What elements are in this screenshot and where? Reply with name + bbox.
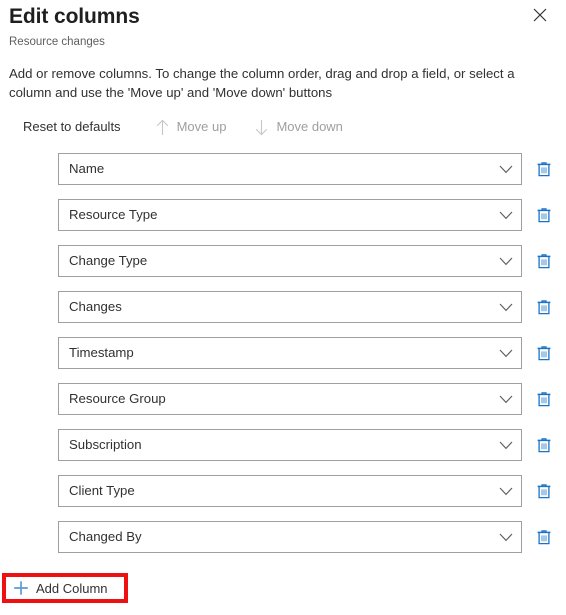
- column-dropdown[interactable]: Resource Type: [58, 199, 522, 231]
- trash-icon: [536, 253, 552, 270]
- trash-icon: [536, 483, 552, 500]
- column-dropdown[interactable]: Subscription: [58, 429, 522, 461]
- column-row: Changed By: [58, 521, 566, 553]
- move-down-label: Move down: [276, 119, 343, 134]
- chevron-down-icon: [491, 211, 521, 220]
- close-button[interactable]: [527, 2, 553, 28]
- arrow-up-icon: [155, 119, 170, 136]
- delete-column-button[interactable]: [532, 433, 556, 457]
- column-dropdown-label: Client Type: [69, 483, 135, 498]
- plus-icon: [13, 580, 29, 596]
- chevron-down-icon: [491, 533, 521, 542]
- trash-icon: [536, 437, 552, 454]
- column-row: Resource Group: [58, 383, 566, 415]
- chevron-down-icon: [491, 303, 521, 312]
- column-dropdown[interactable]: Timestamp: [58, 337, 522, 369]
- move-down-button[interactable]: Move down: [245, 116, 351, 138]
- panel-header: Edit columns Resource changes: [0, 0, 566, 50]
- add-column-label: Add Column: [36, 580, 108, 596]
- column-dropdown-label: Change Type: [69, 253, 148, 268]
- reset-to-defaults-label: Reset to defaults: [23, 119, 121, 134]
- trash-icon: [536, 345, 552, 362]
- chevron-down-icon: [491, 487, 521, 496]
- column-dropdown-label: Resource Type: [69, 207, 158, 222]
- move-up-button[interactable]: Move up: [146, 116, 236, 138]
- column-dropdown-label: Resource Group: [69, 391, 166, 406]
- column-dropdown[interactable]: Name: [58, 153, 522, 185]
- chevron-down-icon: [491, 395, 521, 404]
- column-dropdown[interactable]: Change Type: [58, 245, 522, 277]
- trash-icon: [536, 299, 552, 316]
- trash-icon: [536, 161, 552, 178]
- column-dropdown[interactable]: Resource Group: [58, 383, 522, 415]
- column-dropdown[interactable]: Client Type: [58, 475, 522, 507]
- close-icon: [533, 8, 547, 22]
- column-row: Change Type: [58, 245, 566, 277]
- page-title: Edit columns: [9, 5, 140, 28]
- column-list: Name Resource Type Change Type Changes Times…: [0, 153, 566, 553]
- column-row: Changes: [58, 291, 566, 323]
- chevron-down-icon: [491, 257, 521, 266]
- delete-column-button[interactable]: [532, 295, 556, 319]
- column-row: Subscription: [58, 429, 566, 461]
- delete-column-button[interactable]: [532, 479, 556, 503]
- move-up-label: Move up: [176, 119, 227, 134]
- trash-icon: [536, 529, 552, 546]
- reset-to-defaults-button[interactable]: Reset to defaults: [19, 116, 130, 138]
- delete-column-button[interactable]: [532, 203, 556, 227]
- panel-description: Add or remove columns. To change the col…: [9, 66, 515, 100]
- panel-subtitle: Resource changes: [9, 36, 105, 48]
- column-dropdown-label: Timestamp: [69, 345, 134, 360]
- column-dropdown-label: Changes: [69, 299, 122, 314]
- column-dropdown-label: Subscription: [69, 437, 142, 452]
- column-dropdown[interactable]: Changed By: [58, 521, 522, 553]
- add-column-button[interactable]: Add Column: [6, 577, 124, 599]
- delete-column-button[interactable]: [532, 157, 556, 181]
- column-row: Timestamp: [58, 337, 566, 369]
- column-row: Resource Type: [58, 199, 566, 231]
- column-dropdown-label: Name: [69, 161, 105, 176]
- delete-column-button[interactable]: [532, 387, 556, 411]
- column-dropdown[interactable]: Changes: [58, 291, 522, 323]
- command-bar: Reset to defaults Move up Move down: [19, 115, 566, 139]
- arrow-down-icon: [254, 119, 269, 136]
- trash-icon: [536, 391, 552, 408]
- delete-column-button[interactable]: [532, 249, 556, 273]
- column-dropdown-label: Changed By: [69, 529, 142, 544]
- trash-icon: [536, 207, 552, 224]
- chevron-down-icon: [491, 165, 521, 174]
- column-row: Name: [58, 153, 566, 185]
- delete-column-button[interactable]: [532, 341, 556, 365]
- delete-column-button[interactable]: [532, 525, 556, 549]
- column-row: Client Type: [58, 475, 566, 507]
- chevron-down-icon: [491, 349, 521, 358]
- add-column-highlight: Add Column: [2, 573, 128, 603]
- edit-columns-panel: Edit columns Resource changes Add or rem…: [0, 0, 566, 615]
- chevron-down-icon: [491, 441, 521, 450]
